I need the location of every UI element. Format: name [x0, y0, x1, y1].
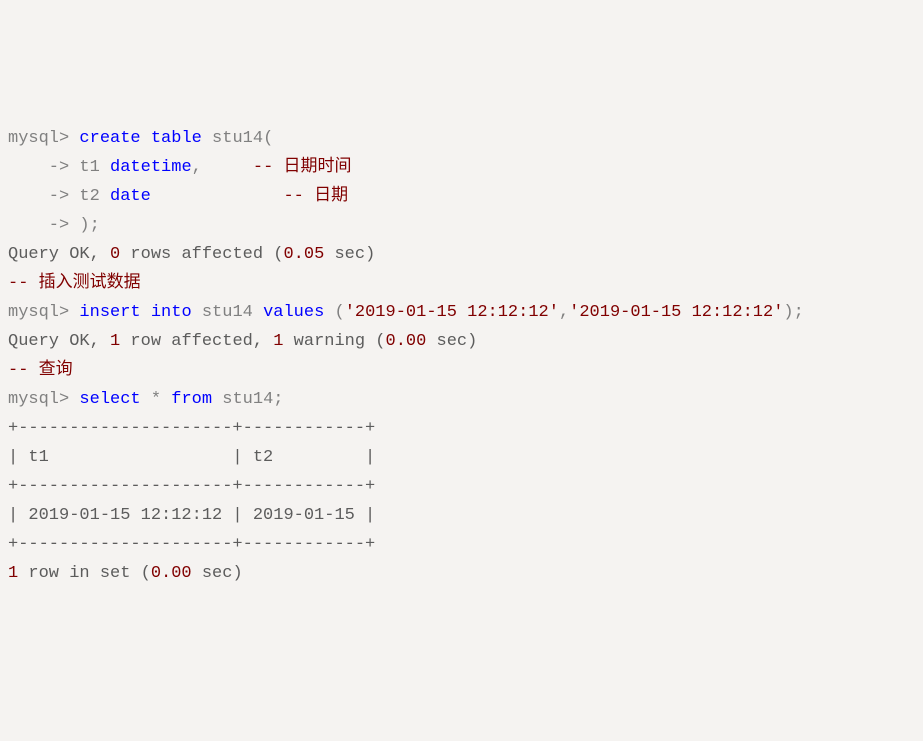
result-num: 1 [8, 564, 18, 583]
line-footer: 1 row in set (0.00 sec) [8, 559, 915, 588]
table-border: +---------------------+------------+ [8, 472, 915, 501]
result-text: row in set ( [18, 564, 151, 583]
cont-prompt: -> [8, 158, 79, 177]
result-text: rows affected ( [120, 245, 283, 264]
line-comment-select: -- 查询 [8, 356, 915, 385]
line-result2: Query OK, 1 row affected, 1 warning (0.0… [8, 327, 915, 356]
prompt: mysql> [8, 303, 79, 322]
keyword-insert: insert [79, 303, 140, 322]
open-paren: ( [324, 303, 344, 322]
result-text: Query OK, [8, 245, 110, 264]
close-paren: ); [79, 216, 99, 235]
table-border: +---------------------+------------+ [8, 530, 915, 559]
line-col2: -> t2 date -- 日期 [8, 182, 915, 211]
line-close: -> ); [8, 211, 915, 240]
line-create: mysql> create table stu14( [8, 124, 915, 153]
keyword-select: select [79, 390, 140, 409]
table-name: stu14 [212, 390, 273, 409]
keyword-table: table [141, 129, 202, 148]
semicolon: ; [273, 390, 283, 409]
comma: , [559, 303, 569, 322]
line-select: mysql> select * from stu14; [8, 385, 915, 414]
table-header: | t1 | t2 | [8, 443, 915, 472]
line-result1: Query OK, 0 rows affected (0.05 sec) [8, 240, 915, 269]
prompt: mysql> [8, 129, 79, 148]
cont-prompt: -> [8, 216, 79, 235]
star: * [141, 390, 172, 409]
result-text: sec) [324, 245, 375, 264]
string-literal: '2019-01-15 12:12:12' [345, 303, 559, 322]
string-literal: '2019-01-15 12:12:12' [569, 303, 783, 322]
line-insert: mysql> insert into stu14 values ('2019-0… [8, 298, 915, 327]
comment-datetime: -- 日期时间 [253, 158, 352, 177]
comma: , [192, 158, 202, 177]
keyword-values: values [263, 303, 324, 322]
result-num: 0 [110, 245, 120, 264]
table-name: stu14 [192, 303, 263, 322]
result-num: 1 [110, 332, 120, 351]
col-t1: t1 [79, 158, 110, 177]
type-datetime: datetime [110, 158, 192, 177]
table-row: | 2019-01-15 12:12:12 | 2019-01-15 | [8, 501, 915, 530]
keyword-from: from [171, 390, 212, 409]
spacer [151, 187, 284, 206]
result-text: sec) [426, 332, 477, 351]
type-date: date [110, 187, 151, 206]
result-num: 1 [273, 332, 283, 351]
open-paren: ( [263, 129, 273, 148]
prompt: mysql> [8, 390, 79, 409]
line-comment-insert: -- 插入测试数据 [8, 269, 915, 298]
comment-insert-label: -- 插入测试数据 [8, 274, 141, 293]
keyword-create: create [79, 129, 140, 148]
line-col1: -> t1 datetime, -- 日期时间 [8, 153, 915, 182]
spacer [202, 158, 253, 177]
result-num: 0.00 [151, 564, 192, 583]
col-t2: t2 [79, 187, 110, 206]
close-paren: ); [783, 303, 803, 322]
table-border: +---------------------+------------+ [8, 414, 915, 443]
result-num: 0.05 [283, 245, 324, 264]
result-text: row affected, [120, 332, 273, 351]
result-text: Query OK, [8, 332, 110, 351]
result-text: sec) [192, 564, 243, 583]
keyword-into: into [141, 303, 192, 322]
result-num: 0.00 [386, 332, 427, 351]
comment-date: -- 日期 [283, 187, 348, 206]
table-name: stu14 [202, 129, 263, 148]
comment-select-label: -- 查询 [8, 361, 73, 380]
result-text: warning ( [283, 332, 385, 351]
cont-prompt: -> [8, 187, 79, 206]
